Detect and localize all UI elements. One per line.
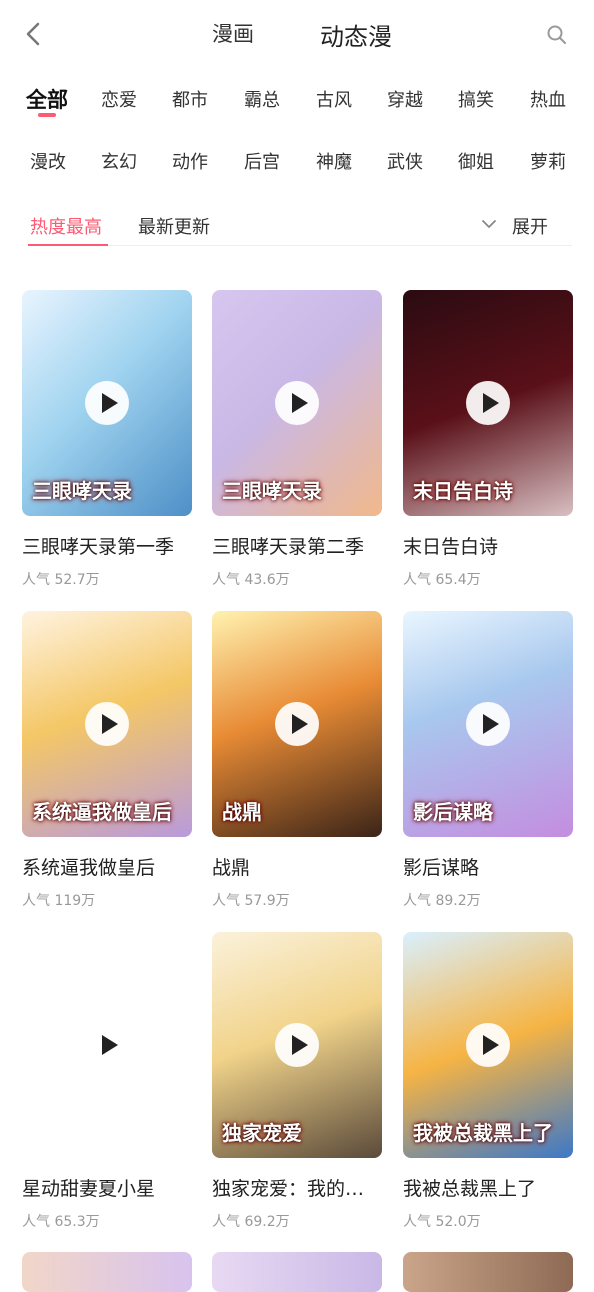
play-icon bbox=[85, 1023, 129, 1067]
cover-image: 三眼哮天录 bbox=[22, 290, 192, 516]
category-item[interactable]: 萝莉 bbox=[530, 148, 566, 174]
play-icon bbox=[466, 702, 510, 746]
anime-card[interactable]: 三眼哮天录 三眼哮天录第一季 人气 52.7万 bbox=[22, 290, 192, 589]
cover-logo-text: 系统逼我做皇后 bbox=[32, 800, 172, 824]
cover-image bbox=[22, 932, 192, 1158]
category-item[interactable]: 动作 bbox=[172, 148, 208, 174]
cover-logo-text: 独家宠爱 bbox=[222, 1121, 302, 1145]
sort-bar: 热度最高 最新更新 展开 bbox=[0, 205, 594, 247]
play-icon bbox=[466, 381, 510, 425]
category-item[interactable]: 武侠 bbox=[387, 148, 423, 174]
anime-card[interactable]: 系统逼我做皇后 系统逼我做皇后 人气 119万 bbox=[22, 611, 192, 910]
category-item[interactable]: 玄幻 bbox=[101, 148, 137, 174]
cover-image: 系统逼我做皇后 bbox=[22, 611, 192, 837]
chevron-down-icon[interactable] bbox=[482, 219, 496, 229]
anime-card[interactable]: 我被总裁黑上了 我被总裁黑上了 人气 52.0万 bbox=[403, 932, 573, 1231]
play-icon bbox=[275, 381, 319, 425]
anime-card[interactable]: 三眼哮天录 三眼哮天录第二季 人气 43.6万 bbox=[212, 290, 382, 589]
card-popularity: 人气 119万 bbox=[22, 893, 96, 909]
category-item[interactable]: 热血 bbox=[530, 86, 566, 112]
card-popularity: 人气 57.9万 bbox=[212, 893, 290, 909]
cover-image: 我被总裁黑上了 bbox=[403, 932, 573, 1158]
cover-image: 末日告白诗 bbox=[403, 290, 573, 516]
partial-cover[interactable] bbox=[22, 1252, 192, 1292]
category-item[interactable]: 恋爱 bbox=[101, 86, 137, 112]
card-popularity: 人气 69.2万 bbox=[212, 1214, 290, 1230]
category-item[interactable]: 穿越 bbox=[387, 86, 423, 112]
cover-image: 三眼哮天录 bbox=[212, 290, 382, 516]
card-title: 三眼哮天录第二季 bbox=[212, 536, 365, 558]
category-item[interactable]: 漫改 bbox=[30, 148, 66, 174]
partial-cover[interactable] bbox=[212, 1252, 382, 1292]
play-icon bbox=[275, 702, 319, 746]
anime-card[interactable]: 独家宠爱 独家宠爱：我的… 人气 69.2万 bbox=[212, 932, 382, 1231]
play-icon bbox=[85, 702, 129, 746]
category-item[interactable]: 都市 bbox=[172, 86, 208, 112]
cover-logo-text: 三眼哮天录 bbox=[222, 479, 322, 503]
card-title: 末日告白诗 bbox=[403, 536, 499, 558]
tab-dongtaiman[interactable]: 动态漫 bbox=[320, 17, 392, 52]
card-title: 独家宠爱：我的… bbox=[212, 1178, 365, 1200]
category-item[interactable]: 御姐 bbox=[458, 148, 494, 174]
partial-cover[interactable] bbox=[403, 1252, 573, 1292]
cover-logo-text: 我被总裁黑上了 bbox=[413, 1121, 553, 1145]
play-icon bbox=[466, 1023, 510, 1067]
active-sort-indicator bbox=[28, 244, 108, 246]
anime-card[interactable]: 战鼎 战鼎 人气 57.9万 bbox=[212, 611, 382, 910]
cover-logo-text: 三眼哮天录 bbox=[32, 479, 132, 503]
cover-logo-text: 战鼎 bbox=[222, 800, 262, 824]
chevron-left-icon[interactable] bbox=[20, 20, 48, 48]
cover-image: 影后谋略 bbox=[403, 611, 573, 837]
anime-card[interactable]: 影后谋略 影后谋略 人气 89.2万 bbox=[403, 611, 573, 910]
category-row-1: 全部 恋爱 都市 霸总 古风 穿越 搞笑 热血 bbox=[0, 82, 594, 122]
cover-logo-text: 末日告白诗 bbox=[413, 479, 513, 503]
card-popularity: 人气 52.7万 bbox=[22, 572, 100, 588]
card-title: 战鼎 bbox=[212, 857, 251, 879]
sort-hottest[interactable]: 热度最高 bbox=[30, 213, 102, 239]
top-bar: 漫画 动态漫 bbox=[0, 0, 594, 72]
tab-manhua[interactable]: 漫画 bbox=[212, 18, 254, 48]
play-icon bbox=[275, 1023, 319, 1067]
category-item[interactable]: 霸总 bbox=[244, 86, 280, 112]
card-title: 星动甜妻夏小星 bbox=[22, 1178, 156, 1200]
card-title: 影后谋略 bbox=[403, 857, 480, 879]
expand-button[interactable]: 展开 bbox=[512, 213, 548, 239]
card-popularity: 人气 89.2万 bbox=[403, 893, 481, 909]
card-title: 系统逼我做皇后 bbox=[22, 857, 156, 879]
category-item[interactable]: 古风 bbox=[316, 86, 352, 112]
card-title: 我被总裁黑上了 bbox=[403, 1178, 537, 1200]
category-item[interactable]: 后宫 bbox=[244, 148, 280, 174]
cover-image: 独家宠爱 bbox=[212, 932, 382, 1158]
card-popularity: 人气 43.6万 bbox=[212, 572, 290, 588]
cover-image: 战鼎 bbox=[212, 611, 382, 837]
sort-latest[interactable]: 最新更新 bbox=[138, 213, 210, 239]
divider bbox=[28, 245, 572, 246]
play-icon bbox=[85, 381, 129, 425]
card-title: 三眼哮天录第一季 bbox=[22, 536, 175, 558]
anime-card[interactable]: 星动甜妻夏小星 人气 65.3万 bbox=[22, 932, 192, 1231]
search-icon[interactable] bbox=[546, 24, 568, 46]
card-popularity: 人气 65.3万 bbox=[22, 1214, 100, 1230]
card-popularity: 人气 52.0万 bbox=[403, 1214, 481, 1230]
anime-card[interactable]: 末日告白诗 末日告白诗 人气 65.4万 bbox=[403, 290, 573, 589]
card-popularity: 人气 65.4万 bbox=[403, 572, 481, 588]
cover-logo-text: 影后谋略 bbox=[413, 800, 493, 824]
category-item[interactable]: 搞笑 bbox=[458, 86, 494, 112]
category-all[interactable]: 全部 bbox=[26, 84, 68, 114]
category-row-2: 漫改 玄幻 动作 后宫 神魔 武侠 御姐 萝莉 bbox=[0, 144, 594, 184]
active-category-indicator bbox=[38, 113, 56, 117]
category-item[interactable]: 神魔 bbox=[316, 148, 352, 174]
